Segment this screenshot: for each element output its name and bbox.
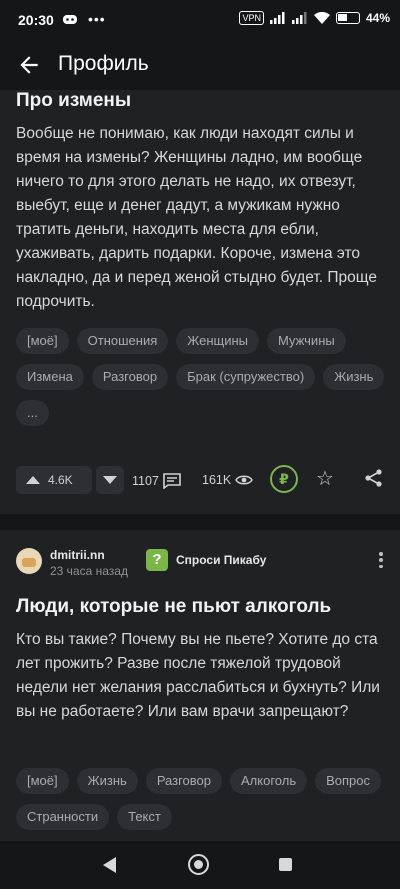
tag[interactable]: Жизнь — [323, 364, 385, 390]
community-name[interactable]: Спроси Пикабу — [176, 553, 266, 567]
arrow-down-icon — [103, 476, 117, 484]
back-arrow-icon[interactable] — [16, 52, 42, 78]
rating: 4.6K — [48, 473, 73, 487]
tag[interactable]: Мужчины — [266, 328, 346, 354]
downvote-button[interactable] — [96, 466, 124, 494]
status-bar: 20:30 ••• VPN 44% — [0, 0, 400, 40]
avatar[interactable] — [16, 548, 42, 574]
tag[interactable]: Вопрос — [315, 768, 382, 794]
more-options-icon[interactable] — [376, 550, 386, 570]
post-card: dmitrii.nn 23 часа назад ? Спроси Пикабу… — [0, 530, 400, 840]
tag-more[interactable]: ... — [16, 400, 49, 426]
wifi-icon — [313, 12, 330, 24]
battery-icon — [335, 12, 360, 24]
comments-button[interactable]: 1107 — [132, 473, 181, 489]
share-icon[interactable] — [364, 468, 384, 488]
post-text: Вообще не понимаю, как люди находят силы… — [16, 125, 377, 310]
vpn-icon: VPN — [239, 11, 264, 25]
tag[interactable]: Разговор — [91, 364, 169, 390]
author-name[interactable]: dmitrii.nn — [50, 548, 105, 562]
community-icon[interactable]: ? — [146, 549, 168, 571]
author-row: dmitrii.nn 23 часа назад ? Спроси Пикабу — [16, 546, 386, 580]
eye-icon — [235, 475, 254, 485]
comments-count: 1107 — [132, 474, 159, 488]
status-time: 20:30 — [18, 12, 54, 28]
tag[interactable]: Текст — [117, 804, 172, 830]
post-title[interactable]: Про измены — [16, 90, 131, 112]
arrow-up-icon — [26, 476, 40, 484]
post-text: Кто вы такие? Почему вы не пьете? Хотите… — [16, 631, 380, 720]
battery-level: 44% — [365, 11, 390, 25]
nav-back-icon[interactable] — [103, 857, 116, 873]
tag[interactable]: [моё] — [16, 328, 69, 354]
tag[interactable]: Измена — [16, 364, 84, 390]
more-notifications-icon: ••• — [88, 11, 106, 27]
tag[interactable]: Отношения — [76, 328, 169, 354]
signal-icon-2 — [291, 12, 307, 24]
donate-ruble-icon[interactable]: ₽ — [270, 465, 298, 493]
post-actions: 4.6K 1107 161K ₽ ☆ — [16, 464, 386, 498]
nav-home-icon[interactable] — [188, 854, 209, 875]
post-divider — [0, 514, 400, 530]
star-icon[interactable]: ☆ — [316, 466, 334, 491]
comment-icon — [163, 473, 181, 489]
signal-icon — [269, 12, 285, 24]
post-title[interactable]: Люди, которые не пьют алкоголь — [16, 596, 331, 618]
upvote-button[interactable]: 4.6K — [16, 466, 92, 494]
page-title: Профиль — [58, 52, 149, 75]
tag[interactable]: Алкоголь — [230, 768, 308, 794]
tag[interactable]: Разговор — [145, 768, 223, 794]
tag[interactable]: Странности — [16, 804, 110, 830]
post-time: 23 часа назад — [50, 564, 128, 578]
tag-list: [моё] Жизнь Разговор Алкоголь Вопрос Стр… — [8, 768, 392, 840]
tag[interactable]: Брак (супружество) — [176, 364, 316, 390]
views-count: 161K — [202, 473, 232, 487]
post-card: Про измены Вообще не понимаю, как люди н… — [0, 90, 400, 514]
nav-recents-icon[interactable] — [279, 858, 292, 871]
views: 161K — [202, 473, 254, 487]
tag-list: [моё] Отношения Женщины Мужчины Измена Р… — [8, 328, 392, 436]
app-bar: Профиль — [0, 40, 400, 90]
tag[interactable]: Женщины — [176, 328, 259, 354]
tag[interactable]: [моё] — [16, 768, 69, 794]
system-nav-bar — [0, 841, 400, 889]
tag[interactable]: Жизнь — [76, 768, 138, 794]
discord-icon — [63, 14, 77, 24]
